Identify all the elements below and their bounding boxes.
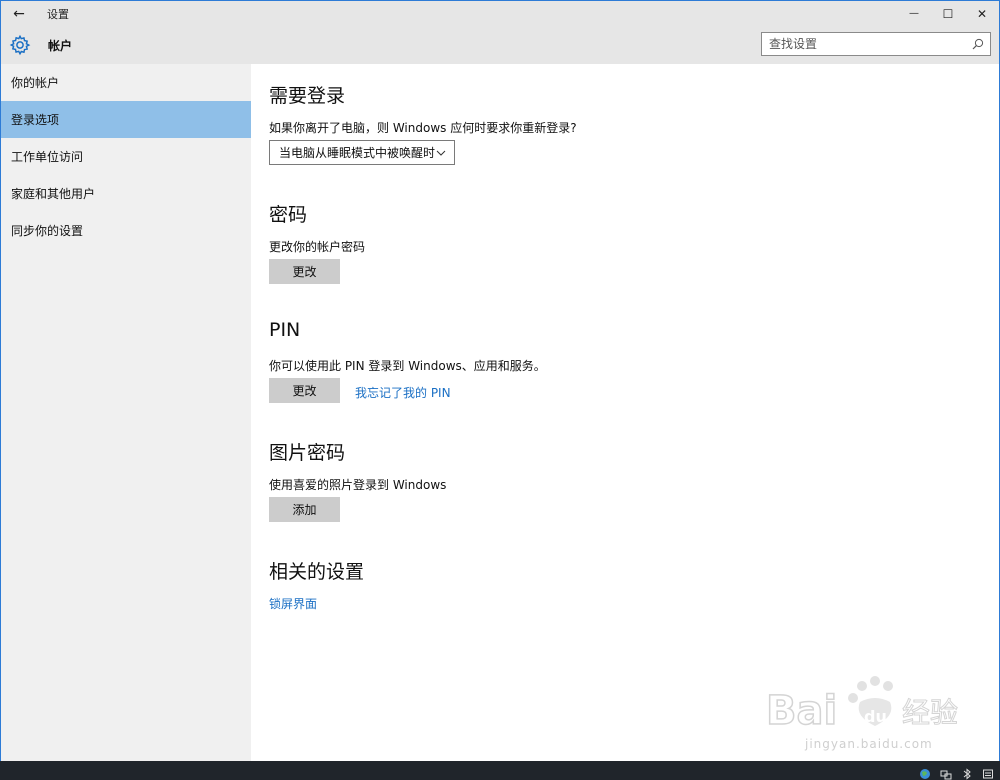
network-icon[interactable] xyxy=(940,765,952,779)
search-icon[interactable] xyxy=(972,38,984,50)
back-button[interactable]: ← xyxy=(1,1,37,26)
forgot-pin-link[interactable]: 我忘记了我的 PIN xyxy=(355,384,451,401)
close-icon: ✕ xyxy=(976,6,988,21)
page-header: 帐户 xyxy=(1,26,999,64)
chevron-down-icon xyxy=(436,150,446,156)
settings-window: ← 设置 — ☐ ✕ 帐户 查找设置 你的帐户 登录选项 工作单位访问 家庭和其… xyxy=(0,0,1000,762)
title-bar: ← 设置 — ☐ ✕ xyxy=(1,1,999,26)
svg-text:du: du xyxy=(864,707,887,726)
section-title-picture-password: 图片密码 xyxy=(269,442,346,464)
sidebar-item-label: 家庭和其他用户 xyxy=(11,187,96,201)
section-title-related-settings: 相关的设置 xyxy=(269,561,365,583)
back-arrow-icon: ← xyxy=(13,5,25,22)
sidebar-item-sign-in-options[interactable]: 登录选项 xyxy=(1,101,251,138)
add-picture-password-button[interactable]: 添加 xyxy=(269,497,340,522)
search-input[interactable] xyxy=(762,37,962,51)
minimize-icon: — xyxy=(909,8,919,19)
minimize-button[interactable]: — xyxy=(897,1,931,26)
section-desc-require-signin: 如果你离开了电脑，则 Windows 应何时要求你重新登录? xyxy=(269,121,577,135)
sidebar-item-label: 工作单位访问 xyxy=(11,150,84,164)
close-button[interactable]: ✕ xyxy=(965,1,999,26)
section-title-pin: PIN xyxy=(269,319,301,341)
svg-text:经验: 经验 xyxy=(902,696,958,729)
section-desc-password: 更改你的帐户密码 xyxy=(269,240,366,254)
sidebar-item-label: 登录选项 xyxy=(11,113,60,127)
section-title-require-signin: 需要登录 xyxy=(269,85,346,107)
change-password-button[interactable]: 更改 xyxy=(269,259,340,284)
watermark-url: jingyan.baidu.com xyxy=(805,737,933,751)
dropdown-value: 当电脑从睡眠模式中被唤醒时 xyxy=(279,146,436,160)
sidebar-item-your-account[interactable]: 你的帐户 xyxy=(1,64,251,101)
section-desc-pin: 你可以使用此 PIN 登录到 Windows、应用和服务。 xyxy=(269,359,546,373)
system-tray xyxy=(919,763,1000,780)
lock-screen-link[interactable]: 锁屏界面 xyxy=(269,595,317,612)
bluetooth-icon[interactable] xyxy=(961,765,973,780)
notification-icon[interactable] xyxy=(982,765,994,778)
sidebar-item-work-access[interactable]: 工作单位访问 xyxy=(1,138,251,175)
sidebar-item-label: 同步你的设置 xyxy=(11,224,84,238)
svg-text:Bai: Bai xyxy=(766,688,837,734)
sidebar-item-sync-settings[interactable]: 同步你的设置 xyxy=(1,212,251,249)
change-pin-button[interactable]: 更改 xyxy=(269,378,340,403)
sidebar-item-family-other-users[interactable]: 家庭和其他用户 xyxy=(1,175,251,212)
section-desc-picture-password: 使用喜爱的照片登录到 Windows xyxy=(269,478,447,492)
globe-icon[interactable] xyxy=(919,765,931,779)
gear-icon xyxy=(9,34,31,56)
taskbar xyxy=(0,761,1000,780)
search-box[interactable] xyxy=(761,32,991,56)
sidebar-item-label: 你的帐户 xyxy=(11,76,60,90)
window-controls: — ☐ ✕ xyxy=(897,1,999,26)
sidebar-nav: 你的帐户 登录选项 工作单位访问 家庭和其他用户 同步你的设置 xyxy=(1,64,251,762)
section-title-password: 密码 xyxy=(269,204,308,226)
page-title: 帐户 xyxy=(48,39,73,53)
window-title: 设置 xyxy=(47,7,69,21)
maximize-icon: ☐ xyxy=(942,6,954,21)
maximize-button[interactable]: ☐ xyxy=(931,1,965,26)
require-signin-dropdown[interactable]: 当电脑从睡眠模式中被唤醒时 xyxy=(269,140,455,165)
